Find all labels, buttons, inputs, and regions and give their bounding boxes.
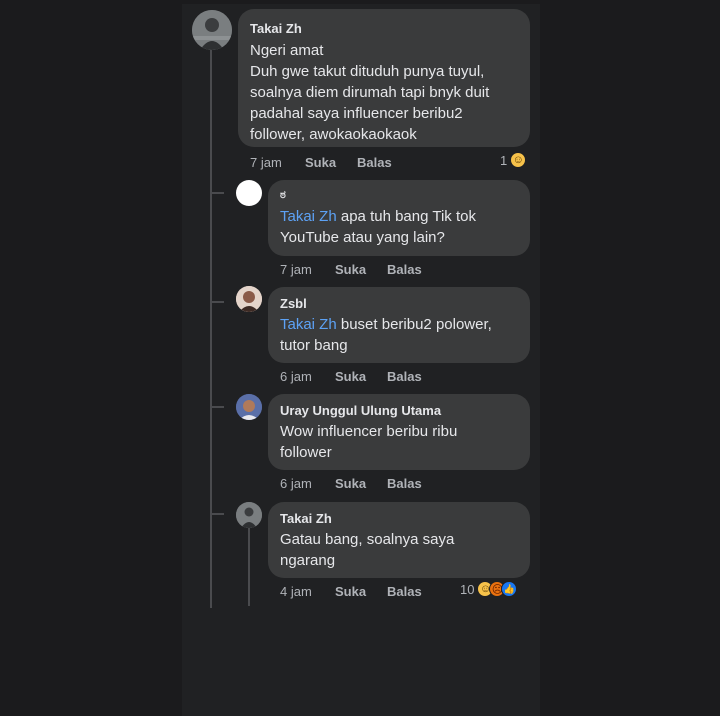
comment-bubble[interactable]: ಠ Takai Zh apa tuh bang Tik tok YouTube …	[268, 180, 530, 256]
timestamp: 6 jam	[280, 369, 312, 384]
comment-text-line: ngarang	[280, 552, 336, 569]
comment-text-line: soalnya diem dirumah tapi bnyk duit	[250, 84, 490, 101]
thread-line-reply	[248, 526, 250, 606]
thread-branch-2	[210, 301, 224, 303]
reaction-summary[interactable]: 1 ☺	[500, 152, 527, 168]
comment-meta: 4 jam Suka Balas	[280, 584, 422, 599]
comment-text-line: follower, awokaokaokaok	[250, 126, 417, 143]
comment-meta: 7 jam Suka Balas	[250, 155, 392, 170]
reaction-summary[interactable]: 10 ☺ ☹ 👍	[460, 581, 518, 597]
commenter-name[interactable]: ಠ	[280, 189, 518, 202]
reaction-count: 10	[460, 581, 475, 597]
timestamp: 7 jam	[250, 155, 282, 170]
comment-bubble[interactable]: Takai Zh Ngeri amat Duh gwe takut ditudu…	[238, 9, 530, 147]
comment-thread-panel: Takai Zh Ngeri amat Duh gwe takut ditudu…	[182, 4, 540, 716]
timestamp: 6 jam	[280, 476, 312, 491]
like-link[interactable]: Suka	[335, 584, 387, 599]
reply-link[interactable]: Balas	[387, 369, 422, 384]
timestamp: 4 jam	[280, 584, 312, 599]
comment-text-line: Duh gwe takut dituduh punya tuyul,	[250, 63, 485, 80]
comment-bubble[interactable]: Uray Unggul Ulung Utama Wow influencer b…	[268, 394, 530, 470]
comment-meta: 6 jam Suka Balas	[280, 369, 422, 384]
comment-text-line: Takai Zh apa tuh bang Tik tok	[280, 208, 476, 225]
mention-link[interactable]: Takai Zh	[280, 208, 337, 225]
reply-link[interactable]: Balas	[387, 262, 422, 277]
thread-branch-4	[210, 513, 224, 515]
comment-text-line: Ngeri amat	[250, 42, 324, 59]
reply-link[interactable]: Balas	[387, 476, 422, 491]
comment-bubble[interactable]: Takai Zh Gatau bang, soalnya saya ngaran…	[268, 502, 530, 578]
reaction-count: 1	[500, 152, 508, 168]
like-link[interactable]: Suka	[335, 369, 387, 384]
comment-text-line: tutor bang	[280, 337, 348, 354]
thread-line-main	[210, 50, 212, 608]
timestamp: 7 jam	[280, 262, 312, 277]
like-icon: 👍	[501, 581, 518, 597]
commenter-name[interactable]: Takai Zh	[250, 21, 518, 36]
avatar-photo-icon	[236, 502, 262, 528]
commenter-name[interactable]: Takai Zh	[280, 511, 518, 526]
avatar[interactable]	[236, 286, 262, 312]
comment-text-line: follower	[280, 444, 332, 461]
comment-text-line: Takai Zh buset beribu2 polower,	[280, 316, 492, 333]
comment-meta: 6 jam Suka Balas	[280, 476, 422, 491]
comment-meta: 7 jam Suka Balas	[280, 262, 422, 277]
haha-icon: ☺	[510, 152, 527, 168]
avatar[interactable]	[236, 394, 262, 420]
commenter-name[interactable]: Uray Unggul Ulung Utama	[280, 403, 518, 418]
commenter-name[interactable]: Zsbl	[280, 296, 518, 311]
comment-text-line: Wow influencer beribu ribu	[280, 423, 458, 440]
like-link[interactable]: Suka	[335, 262, 387, 277]
mention-link[interactable]: Takai Zh	[280, 316, 337, 333]
like-link[interactable]: Suka	[305, 155, 357, 170]
like-link[interactable]: Suka	[335, 476, 387, 491]
comment-text-line: Gatau bang, soalnya saya	[280, 531, 455, 548]
avatar-photo-icon	[236, 286, 262, 312]
avatar-photo-icon	[192, 10, 232, 50]
avatar[interactable]	[192, 10, 232, 50]
reply-link[interactable]: Balas	[357, 155, 392, 170]
comment-text-line: YouTube atau yang lain?	[280, 229, 445, 246]
avatar-photo-icon	[236, 394, 262, 420]
thread-branch-3	[210, 406, 224, 408]
thread-branch-1	[210, 192, 224, 194]
avatar[interactable]	[236, 180, 262, 206]
comment-bubble[interactable]: Zsbl Takai Zh buset beribu2 polower, tut…	[268, 287, 530, 363]
reply-link[interactable]: Balas	[387, 584, 422, 599]
avatar[interactable]	[236, 502, 262, 528]
comment-text-line: padahal saya influencer beribu2	[250, 105, 463, 122]
